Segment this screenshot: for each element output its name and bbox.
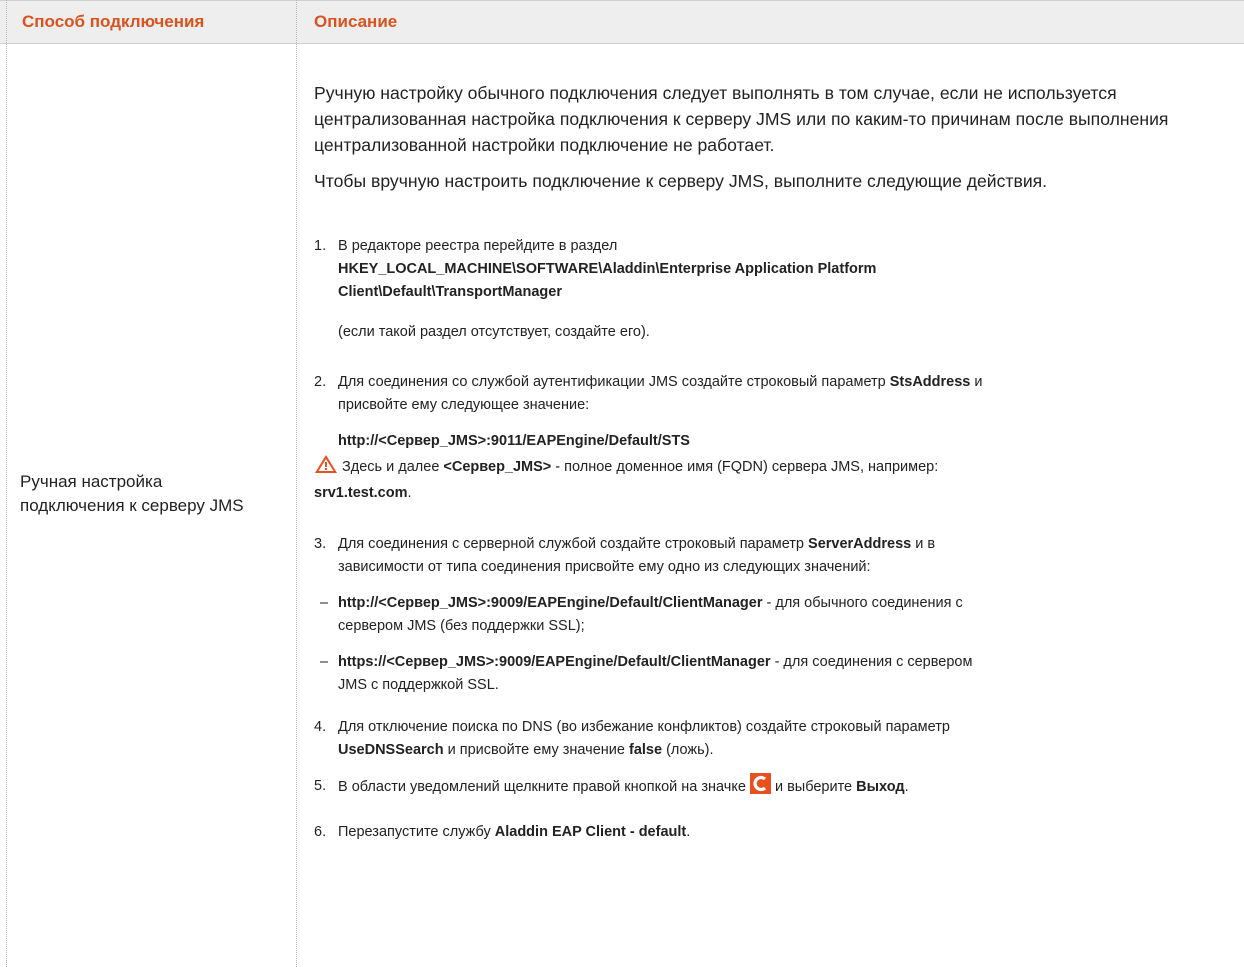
warning-note: Здесь и далее <Сервер_JMS> - полное доме… bbox=[314, 454, 1214, 505]
option-text-part: - для обычного соединения с bbox=[762, 595, 963, 611]
option-http: http://<Сервер_JMS>:9009/EAPEngine/Defau… bbox=[338, 592, 1218, 638]
step-2-text-part: и bbox=[970, 374, 983, 390]
step-3-text: Для соединения с серверной службой созда… bbox=[338, 533, 1218, 579]
aladdin-client-icon bbox=[749, 773, 771, 802]
service-name: Aladdin EAP Client - default bbox=[494, 824, 687, 840]
step-3-text-part: зависимости от типа соединения присвойте… bbox=[338, 559, 871, 575]
option-text-part: JMS с поддержкой SSL. bbox=[338, 677, 499, 693]
http-url: http://<Сервер_JMS>:9009/EAPEngine/Defau… bbox=[338, 595, 763, 611]
header-description: Описание bbox=[314, 12, 398, 31]
instruction-paragraph: Чтобы вручную настроить подключение к се… bbox=[314, 171, 1048, 191]
server-placeholder: <Сервер_JMS> bbox=[443, 459, 552, 475]
step-5-text-part: и выберите bbox=[770, 779, 857, 795]
step-2-text-part: присвойте ему следующее значение: bbox=[338, 397, 590, 413]
warning-text-part: Здесь и далее bbox=[338, 459, 444, 475]
step-1-note: (если такой раздел отсутствует, создайте… bbox=[338, 324, 650, 340]
connection-methods-table: Способ подключения Описание Ручная настр… bbox=[0, 0, 1244, 967]
exit-menu-item: Выход bbox=[856, 779, 905, 795]
table-left-border bbox=[6, 0, 7, 967]
step-2-text-part: Для соединения со службой аутентификации… bbox=[338, 374, 890, 390]
use-dns-search-param: UseDNSSearch bbox=[338, 742, 444, 758]
warning-text-part: - полное доменное имя (FQDN) сервера JMS… bbox=[551, 459, 939, 475]
step-4-text-part: (ложь). bbox=[662, 742, 714, 758]
example-fqdn: srv1.test.com bbox=[314, 485, 408, 501]
step-number: 3. bbox=[314, 536, 327, 552]
option-text-part: - для соединения с сервером bbox=[770, 654, 973, 670]
server-address-param: ServerAddress bbox=[808, 536, 912, 552]
header-connection-method: Способ подключения bbox=[22, 12, 205, 31]
sts-address-param: StsAddress bbox=[889, 374, 971, 390]
step-number: 5. bbox=[314, 778, 327, 794]
column-separator bbox=[296, 0, 297, 967]
false-value: false bbox=[628, 742, 663, 758]
intro-paragraph: Ручную настройку обычного подключения сл… bbox=[314, 83, 1169, 155]
step-number: 4. bbox=[314, 719, 327, 735]
step-5-text: В области уведомлений щелкните правой кн… bbox=[338, 773, 1218, 802]
table-header: Способ подключения Описание bbox=[0, 0, 1244, 44]
connection-method-cell: Ручная настройка подключения к серверу J… bbox=[20, 472, 244, 515]
option-text-part: сервером JMS (без поддержки SSL); bbox=[338, 618, 585, 634]
warning-triangle-icon bbox=[314, 454, 338, 482]
step-6-text-part: . bbox=[686, 824, 691, 840]
step-1-text: В редакторе реестра перейдите в раздел H… bbox=[338, 235, 1218, 304]
warning-text-part: . bbox=[407, 485, 412, 501]
registry-key-line-1: HKEY_LOCAL_MACHINE\SOFTWARE\Aladdin\Ente… bbox=[338, 261, 877, 277]
bullet-dash: – bbox=[320, 654, 329, 670]
step-2-text: Для соединения со службой аутентификации… bbox=[338, 371, 1218, 417]
step-3-text-part: и в bbox=[911, 536, 936, 552]
registry-key-line-2: Client\Default\TransportManager bbox=[338, 284, 562, 300]
step-6-text-part: Перезапустите службу bbox=[338, 824, 495, 840]
step-5-text-part: В области уведомлений щелкните правой кн… bbox=[338, 779, 750, 795]
option-https: https://<Сервер_JMS>:9009/EAPEngine/Defa… bbox=[338, 651, 1218, 697]
step-6-text: Перезапустите службу Aladdin EAP Client … bbox=[338, 821, 1218, 844]
step-4-text: Для отключение поиска по DNS (во избежан… bbox=[338, 716, 1218, 762]
step-4-text-part: Для отключение поиска по DNS (во избежан… bbox=[338, 719, 950, 735]
step-number: 6. bbox=[314, 824, 327, 840]
step-number: 1. bbox=[314, 238, 327, 254]
sts-url: http://<Сервер_JMS>:9011/EAPEngine/Defau… bbox=[338, 433, 690, 449]
step-3-text-part: Для соединения с серверной службой созда… bbox=[338, 536, 809, 552]
bullet-dash: – bbox=[320, 595, 329, 611]
step-5-text-part: . bbox=[904, 779, 909, 795]
https-url: https://<Сервер_JMS>:9009/EAPEngine/Defa… bbox=[338, 654, 771, 670]
step-4-text-part: и присвойте ему значение bbox=[443, 742, 629, 758]
step-1-label: В редакторе реестра перейдите в раздел bbox=[338, 238, 618, 254]
step-number: 2. bbox=[314, 374, 327, 390]
